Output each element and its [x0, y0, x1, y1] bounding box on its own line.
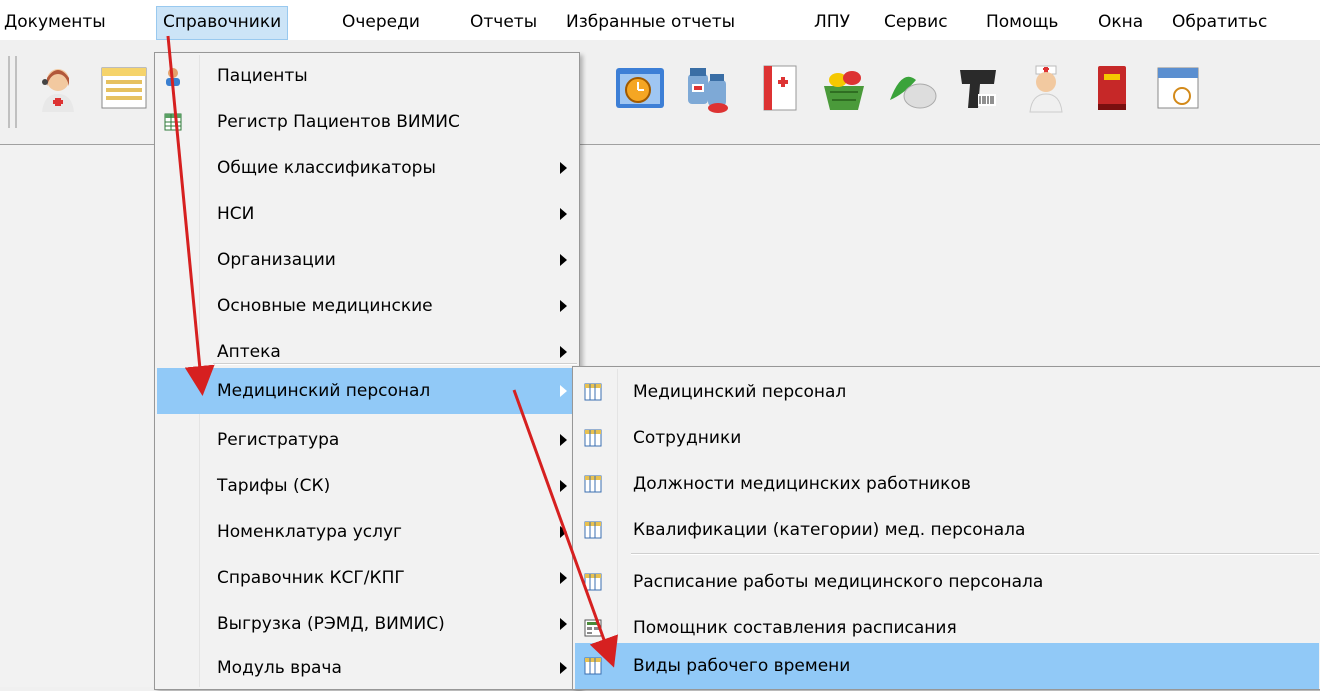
submenu-arrow-icon: [560, 480, 567, 492]
menu-item-label: Сотрудники: [633, 428, 742, 448]
doctor-headset-icon[interactable]: [30, 60, 86, 116]
menu-item-label: Квалификации (категории) мед. персонала: [633, 520, 1026, 540]
menu-service[interactable]: Сервис: [884, 10, 948, 34]
menu-item-label: Медицинский персонал: [217, 381, 431, 401]
menu-item-doctor-module[interactable]: Модуль врача: [157, 645, 577, 691]
submenu-arrow-icon: [560, 572, 567, 584]
table-icon: [583, 656, 603, 676]
menu-item-label: Выгрузка (РЭМД, ВИМИС): [217, 614, 445, 634]
menu-item-label: Пациенты: [217, 66, 308, 86]
document-list-icon[interactable]: [96, 60, 152, 116]
nurse-icon[interactable]: [1018, 60, 1074, 116]
submenu-item-employees[interactable]: Сотрудники: [575, 415, 1319, 461]
menu-item-label: Виды рабочего времени: [633, 656, 851, 676]
menu-item-nsi[interactable]: НСИ: [157, 191, 577, 237]
register-grid-icon: [163, 112, 183, 132]
menu-item-registry[interactable]: Регистратура: [157, 417, 577, 463]
menu-lpu[interactable]: ЛПУ: [814, 10, 850, 34]
menu-windows[interactable]: Окна: [1098, 10, 1143, 34]
table-icon: [583, 382, 603, 402]
menu-item-label: Справочник КСГ/КПГ: [217, 568, 405, 588]
menu-separator: [631, 553, 1319, 555]
pills-icon[interactable]: [884, 60, 940, 116]
menu-item-tariffs[interactable]: Тарифы (СК): [157, 463, 577, 509]
submenu-arrow-icon: [560, 346, 567, 358]
menu-item-label: Организации: [217, 250, 336, 270]
schedule-wizard-icon: [583, 618, 603, 638]
submenu-arrow-icon: [560, 385, 567, 397]
menu-item-label: Регистратура: [217, 430, 340, 450]
menu-item-patients[interactable]: Пациенты: [157, 53, 577, 99]
menu-item-label: Тарифы (СК): [217, 476, 331, 496]
menu-bar: Документы Справочники Очереди Отчеты Изб…: [0, 0, 1320, 40]
menu-queues[interactable]: Очереди: [342, 10, 420, 34]
red-book-icon[interactable]: [1084, 60, 1140, 116]
menu-item-ksg-kpg[interactable]: Справочник КСГ/КПГ: [157, 555, 577, 601]
toolbar-grip[interactable]: [8, 56, 17, 128]
references-dropdown: Пациенты Регистр Пациентов ВИМИС Общие к…: [154, 52, 580, 690]
barcode-scanner-icon[interactable]: [950, 60, 1006, 116]
menu-item-label: Медицинский персонал: [633, 382, 847, 402]
menu-item-export-remd[interactable]: Выгрузка (РЭМД, ВИМИС): [157, 601, 577, 647]
menu-item-medical-staff[interactable]: Медицинский персонал: [157, 368, 577, 414]
menu-item-label: Регистр Пациентов ВИМИС: [217, 112, 460, 132]
menu-item-main-medical[interactable]: Основные медицинские: [157, 283, 577, 329]
menu-item-label: Должности медицинских работников: [633, 474, 971, 494]
menu-item-organizations[interactable]: Организации: [157, 237, 577, 283]
submenu-arrow-icon: [560, 300, 567, 312]
schedule-clock-icon[interactable]: [612, 60, 668, 116]
menu-item-services-nomenclature[interactable]: Номенклатура услуг: [157, 509, 577, 555]
patient-icon: [163, 66, 183, 86]
menu-item-label: Общие классификаторы: [217, 158, 436, 178]
submenu-arrow-icon: [560, 434, 567, 446]
menu-item-label: Модуль врача: [217, 658, 342, 678]
menu-contact[interactable]: Обратитьс: [1172, 10, 1267, 34]
table-icon: [583, 428, 603, 448]
submenu-arrow-icon: [560, 254, 567, 266]
menu-favorite-reports[interactable]: Избранные отчеты: [566, 10, 735, 34]
medicine-bottles-icon[interactable]: [680, 60, 736, 116]
calendar-icon[interactable]: [1150, 60, 1206, 116]
menu-item-general-classifiers[interactable]: Общие классификаторы: [157, 145, 577, 191]
menu-item-label: Основные медицинские: [217, 296, 433, 316]
menu-help[interactable]: Помощь: [986, 10, 1058, 34]
menu-reports[interactable]: Отчеты: [470, 10, 537, 34]
medical-staff-submenu: Медицинский персонал Сотрудники Должност…: [572, 366, 1320, 690]
menu-item-vimis-register[interactable]: Регистр Пациентов ВИМИС: [157, 99, 577, 145]
submenu-item-medical-staff[interactable]: Медицинский персонал: [575, 369, 1319, 415]
submenu-arrow-icon: [560, 618, 567, 630]
menu-separator: [213, 363, 577, 365]
submenu-arrow-icon: [560, 162, 567, 174]
table-icon: [583, 520, 603, 540]
menu-item-label: Расписание работы медицинского персонала: [633, 572, 1044, 592]
menu-item-label: Номенклатура услуг: [217, 522, 402, 542]
submenu-arrow-icon: [560, 526, 567, 538]
menu-documents[interactable]: Документы: [4, 10, 106, 34]
submenu-item-staff-schedule[interactable]: Расписание работы медицинского персонала: [575, 559, 1319, 605]
submenu-arrow-icon: [560, 208, 567, 220]
table-icon: [583, 572, 603, 592]
menu-item-label: НСИ: [217, 204, 255, 224]
submenu-arrow-icon: [560, 662, 567, 674]
menu-references[interactable]: Справочники: [156, 6, 289, 40]
submenu-item-qualifications[interactable]: Квалификации (категории) мед. персонала: [575, 507, 1319, 553]
table-icon: [583, 474, 603, 494]
submenu-item-working-time-types[interactable]: Виды рабочего времени: [575, 643, 1319, 689]
first-aid-book-icon[interactable]: [752, 60, 808, 116]
pill-basket-icon[interactable]: [816, 60, 872, 116]
submenu-item-positions[interactable]: Должности медицинских работников: [575, 461, 1319, 507]
